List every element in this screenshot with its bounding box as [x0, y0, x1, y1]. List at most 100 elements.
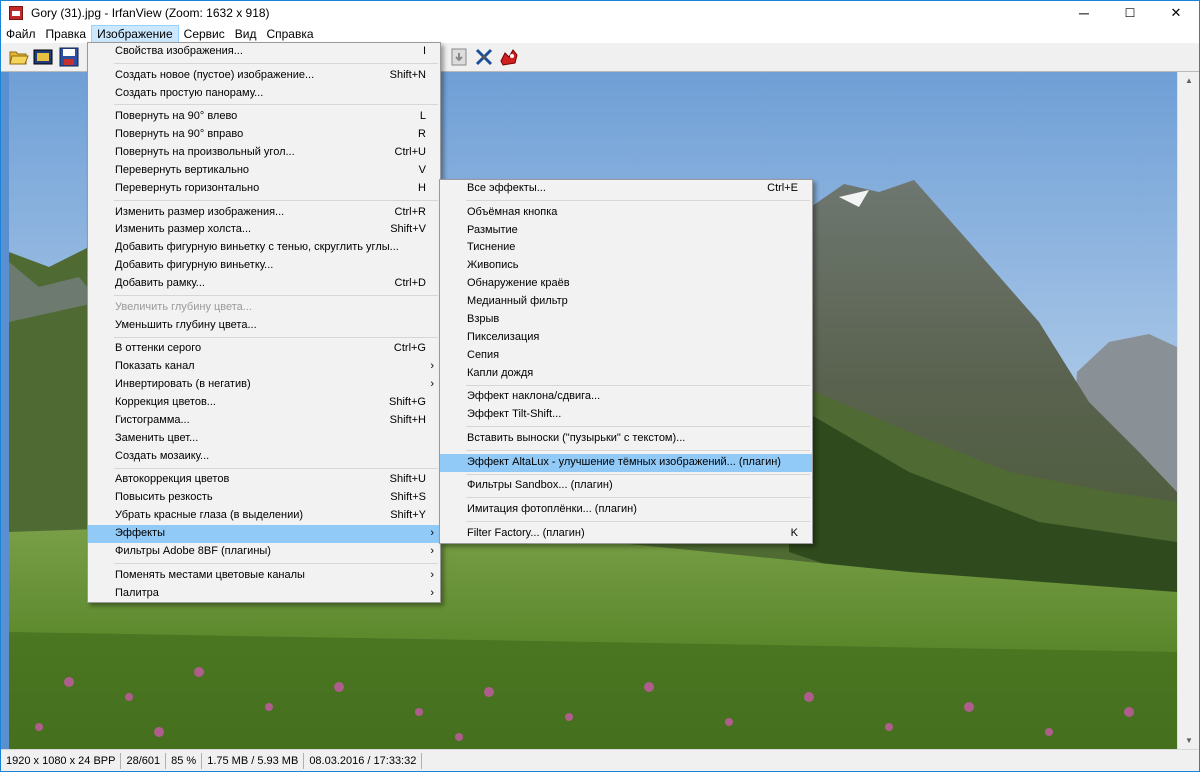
info-icon[interactable] [449, 47, 469, 67]
image-menu-item[interactable]: Палитра › [88, 585, 440, 603]
image-menu-item[interactable]: Повернуть на 90° влево L [88, 108, 440, 126]
effects-menu-item[interactable]: Тиснение [440, 239, 812, 257]
image-menu-item[interactable]: Добавить рамку... Ctrl+D [88, 275, 440, 293]
image-menu-item[interactable]: Изменить размер изображения... Ctrl+R [88, 204, 440, 222]
effects-menu-item-label: Взрыв [467, 313, 500, 326]
status-field: 1.75 MB / 5.93 MB [202, 752, 305, 769]
image-menu-item[interactable]: Коррекция цветов... Shift+G [88, 394, 440, 412]
effects-menu-item-label: Эффект Tilt-Shift... [467, 408, 562, 421]
effects-menu-item[interactable]: Эффект Tilt-Shift... [440, 406, 812, 424]
image-menu-item-label: Повернуть на 90° влево [115, 110, 238, 123]
effects-menu-item[interactable]: Эффект AltaLux - улучшение тёмных изобра… [440, 453, 812, 472]
image-menu-item-label: Создать новое (пустое) изображение... [115, 68, 315, 81]
image-menu-item[interactable]: Поменять местами цветовые каналы › [88, 567, 440, 585]
effects-menu-item[interactable]: Сепия [440, 347, 812, 365]
minimize-button[interactable]: ─ [1061, 1, 1107, 25]
effects-menu-item-label: Размытие [467, 223, 518, 236]
menu-4[interactable]: Вид [230, 25, 262, 43]
save-icon[interactable] [59, 47, 79, 67]
open-icon[interactable] [9, 47, 29, 67]
menu-2[interactable]: Изображение [91, 25, 179, 43]
image-menu-item[interactable]: Перевернуть горизонтально H [88, 180, 440, 198]
image-menu-item[interactable]: Заменить цвет... [88, 430, 440, 448]
effects-menu-item[interactable]: Размытие [440, 222, 812, 240]
shortcut-label: Shift+G [389, 396, 426, 409]
image-menu-item[interactable]: Создать простую панораму... [88, 85, 440, 103]
image-menu-item[interactable]: Перевернуть вертикально V [88, 162, 440, 180]
effects-menu-item[interactable]: Имитация фотоплёнки... (плагин) [440, 501, 812, 519]
image-menu-item[interactable]: Создать новое (пустое) изображение... Shi… [88, 67, 440, 85]
irfanview-icon[interactable] [499, 47, 519, 67]
shortcut-label: Ctrl+E [767, 182, 798, 194]
desktop-edge [1, 72, 9, 749]
image-menu-item[interactable]: Добавить фигурную виньетку с тенью, скру… [88, 239, 440, 257]
image-menu-item-label: В оттенки серого [115, 342, 202, 355]
effects-menu-item[interactable]: Объёмная кнопка [440, 204, 812, 222]
image-menu-item-label: Изменить размер холста... [115, 223, 252, 236]
menu-5[interactable]: Справка [261, 25, 318, 43]
effects-menu-item-label: Имитация фотоплёнки... (плагин) [467, 503, 637, 516]
image-menu-item-label: Показать канал [115, 360, 195, 373]
effects-menu-item-label: Filter Factory... (плагин) [467, 526, 585, 539]
shortcut-label: Shift+S [390, 491, 426, 504]
submenu-arrow-icon: › [430, 360, 434, 373]
image-menu-item-label: Повернуть на 90° вправо [115, 128, 244, 141]
vertical-scrollbar[interactable]: ▲ ▼ [1177, 72, 1199, 749]
title-bar[interactable]: Gory (31).jpg - IrfanView (Zoom: 1632 x … [1, 1, 1199, 25]
close-button[interactable]: ✕ [1153, 1, 1199, 25]
effects-menu-item[interactable]: Фильтры Sandbox... (плагин) [440, 477, 812, 495]
shortcut-label: Shift+U [389, 473, 426, 486]
image-menu-item[interactable]: Инвертировать (в негатив) › [88, 376, 440, 394]
image-menu-item[interactable]: Гистограмма... Shift+H [88, 412, 440, 430]
effects-menu-item[interactable]: Капли дождя [440, 365, 812, 383]
effects-menu-item[interactable]: Эффект наклона/сдвига... [440, 388, 812, 406]
slideshow-icon[interactable] [33, 47, 53, 67]
maximize-button[interactable]: ☐ [1107, 1, 1153, 25]
image-menu-item-label: Перевернуть горизонтально [115, 181, 260, 194]
image-menu-item[interactable]: Убрать красные глаза (в выделении) Shift+… [88, 507, 440, 525]
image-menu-item[interactable]: Фильтры Adobe 8BF (плагины) › [88, 543, 440, 561]
image-menu-item-label: Изменить размер изображения... [115, 205, 285, 218]
effects-menu-item[interactable]: Filter Factory... (плагин) K [440, 525, 812, 543]
image-menu-item[interactable]: Добавить фигурную виньетку... [88, 257, 440, 275]
image-menu-item[interactable]: Изменить размер холста... Shift+V [88, 221, 440, 239]
image-menu-item[interactable]: Эффекты › [88, 525, 440, 543]
image-menu-item[interactable]: Уменьшить глубину цвета... [88, 317, 440, 335]
image-menu-item-label: Заменить цвет... [115, 431, 199, 444]
irfanview-window: Gory (31).jpg - IrfanView (Zoom: 1632 x … [0, 0, 1200, 772]
shortcut-label: Ctrl+R [394, 205, 426, 218]
effects-menu-item[interactable]: Пикселизация [440, 329, 812, 347]
settings-icon[interactable] [474, 47, 494, 67]
scroll-up-arrow-icon[interactable]: ▲ [1178, 72, 1199, 89]
irfanview-app-icon[interactable] [9, 6, 23, 20]
menu-0[interactable]: Файл [1, 25, 41, 43]
status-field: 28/601 [121, 752, 167, 769]
effects-menu-item-label: Сепия [467, 348, 500, 361]
image-menu-item[interactable]: Повернуть на произвольный угол... Ctrl+U [88, 144, 440, 162]
shortcut-label: Shift+Y [390, 509, 426, 522]
image-menu-item[interactable]: Автокоррекция цветов Shift+U [88, 471, 440, 489]
effects-menu-item[interactable]: Живопись [440, 257, 812, 275]
image-menu-item[interactable]: В оттенки серого Ctrl+G [88, 340, 440, 358]
menu-1[interactable]: Правка [41, 25, 92, 43]
submenu-arrow-icon: › [430, 378, 434, 391]
image-menu-item[interactable]: Создать мозаику... [88, 448, 440, 466]
effects-menu-item-label: Объёмная кнопка [467, 205, 558, 218]
image-menu-item[interactable]: Повернуть на 90° вправо R [88, 126, 440, 144]
image-menu-item[interactable]: Свойства изображения... I [88, 43, 440, 61]
submenu-arrow-icon: › [430, 568, 434, 581]
image-menu-item[interactable]: Повысить резкость Shift+S [88, 489, 440, 507]
shortcut-label: I [422, 45, 426, 57]
image-menu-item[interactable]: Показать канал › [88, 358, 440, 376]
effects-menu-item[interactable]: Медианный фильтр [440, 293, 812, 311]
effects-menu-item-label: Медианный фильтр [467, 295, 568, 308]
effects-menu-item-label: Все эффекты... [467, 182, 546, 194]
effects-menu-item[interactable]: Все эффекты... Ctrl+E [440, 180, 812, 198]
status-field: 08.03.2016 / 17:33:32 [304, 752, 423, 769]
menu-3[interactable]: Сервис [179, 25, 230, 43]
effects-menu-item[interactable]: Вставить выноски ("пузырьки" с текстом).… [440, 430, 812, 448]
effects-menu-item[interactable]: Обнаружение краёв [440, 275, 812, 293]
effects-menu-item[interactable]: Взрыв [440, 311, 812, 329]
shortcut-label: Shift+H [389, 413, 426, 426]
scroll-down-arrow-icon[interactable]: ▼ [1178, 732, 1199, 749]
